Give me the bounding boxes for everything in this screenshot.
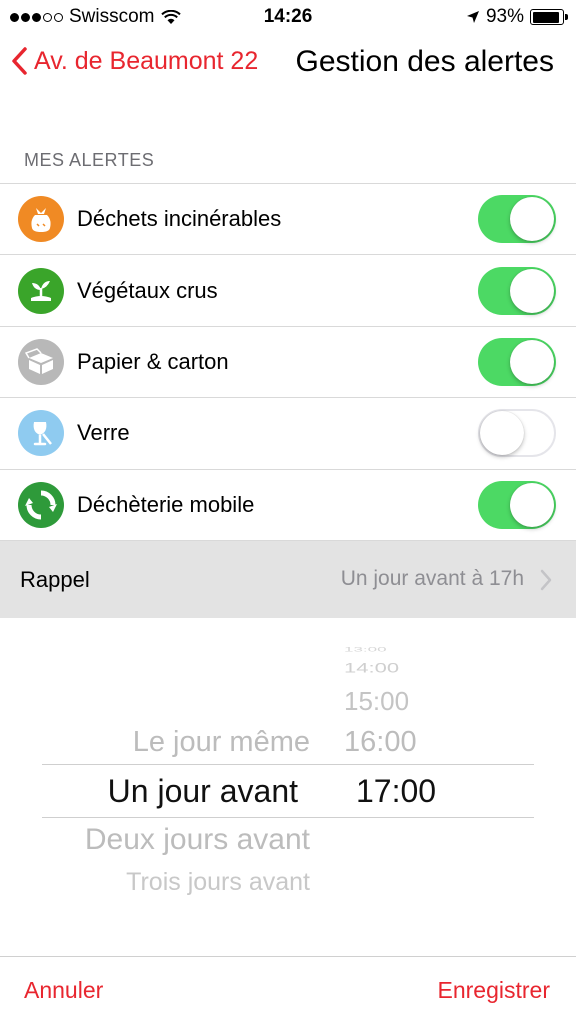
alert-row-dechets-incinerables: Déchets incinérables [0,184,576,256]
alert-row-papier-carton: Papier & carton [0,327,576,399]
alert-row-verre: Verre [0,398,576,470]
bottom-toolbar: Annuler Enregistrer [0,956,576,1024]
cancel-button[interactable]: Annuler [24,977,103,1004]
box-icon [18,338,64,385]
picker-hour-option[interactable]: 14:00 [344,660,399,676]
wine-glass-icon [18,410,64,457]
alert-toggle[interactable] [478,337,556,386]
reminder-label: Rappel [20,567,90,592]
reminder-picker[interactable]: 13:00 14:00 15:00 16:00 17:00 Le jour mê… [0,618,576,956]
battery-percent: 93% [485,6,524,27]
alert-label: Végétaux crus [77,277,218,303]
battery-icon [530,9,568,25]
back-button[interactable]: Av. de Beaumont 22 [10,46,258,76]
picker-selection-bottom [42,817,534,818]
picker-hour-option[interactable]: 13:00 [344,646,387,653]
alert-row-decheterie-mobile: Déchèterie mobile [0,470,576,541]
alert-label: Verre [77,420,130,446]
reminder-row[interactable]: Rappel Un jour avant à 17h [0,541,576,618]
save-button[interactable]: Enregistrer [438,977,550,1004]
reminder-value: Un jour avant à 17h [340,567,524,590]
alert-row-vegetaux-crus: Végétaux crus [0,255,576,327]
page-title: Gestion des alertes [295,45,554,78]
alert-toggle[interactable] [478,266,556,315]
picker-selected-day[interactable]: Un jour avant [108,773,298,810]
alert-label: Papier & carton [77,348,229,374]
chevron-right-icon [540,569,552,591]
battery-level [532,11,560,23]
location-arrow-icon [466,11,479,23]
alert-toggle[interactable] [478,195,556,244]
section-header: MES ALERTES [24,150,155,170]
picker-day-option[interactable]: Deux jours avant [85,823,310,857]
alert-label: Déchèterie mobile [77,491,255,517]
alert-toggle[interactable] [478,409,556,458]
chevron-left-icon [12,47,27,75]
back-label: Av. de Beaumont 22 [34,46,259,75]
picker-hour-option[interactable]: 15:00 [344,686,409,717]
picker-day-option[interactable]: Le jour même [133,726,310,759]
trash-bag-icon [18,196,64,243]
plant-icon [18,267,64,314]
alert-label: Déchets incinérables [77,206,282,232]
picker-selection-top [42,764,534,765]
picker-day-option[interactable]: Trois jours avant [126,868,310,897]
picker-hour-option[interactable]: 16:00 [344,726,417,759]
status-bar: Swisscom 14:26 93% [0,0,576,34]
picker-selected-hour[interactable]: 17:00 [356,773,436,810]
recycle-icon [18,481,64,528]
status-right: 93% [466,6,568,28]
navigation-bar: Av. de Beaumont 22 Gestion des alertes [0,34,576,94]
alerts-list: Déchets incinérables Végétaux crus Papie… [0,183,576,541]
alert-toggle[interactable] [478,480,556,529]
